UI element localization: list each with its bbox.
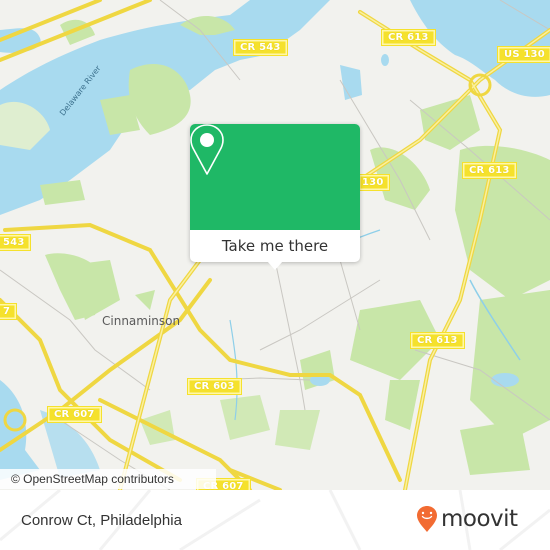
road-shield-cr607: CR 607 <box>47 406 102 423</box>
road-shield-cr613: CR 613 <box>381 29 436 46</box>
road-shield-cr613: CR 613 <box>462 162 517 179</box>
brand-name: moovit <box>441 506 518 532</box>
popup-pointer <box>267 261 283 270</box>
map-attribution[interactable]: © OpenStreetMap contributors <box>0 469 216 489</box>
road-shield-us130: US 130 <box>497 46 550 63</box>
map-pin-icon <box>190 124 224 175</box>
road-shield-cr613: CR 613 <box>410 332 465 349</box>
road-shield-cr607: 7 <box>0 303 18 320</box>
road-shield-cr543: CR 543 <box>233 39 288 56</box>
map-view[interactable]: Delaware River Cinnaminson CR 543 CR 613… <box>0 0 550 490</box>
place-label-cinnaminson: Cinnaminson <box>102 314 181 328</box>
road-shield-us130: 130 <box>358 174 391 191</box>
address-label: Conrow Ct, Philadelphia <box>21 512 182 529</box>
location-popup: Take me there <box>190 124 360 270</box>
road-shield-cr603: CR 603 <box>187 378 242 395</box>
popup-header <box>190 124 360 230</box>
take-me-there-button[interactable]: Take me there <box>190 230 360 262</box>
road-shield-cr543: 543 <box>0 234 32 251</box>
footer-bar: Conrow Ct, Philadelphia moovit <box>0 490 550 550</box>
moovit-logo[interactable]: moovit <box>416 505 518 533</box>
moovit-logo-icon <box>417 506 437 532</box>
